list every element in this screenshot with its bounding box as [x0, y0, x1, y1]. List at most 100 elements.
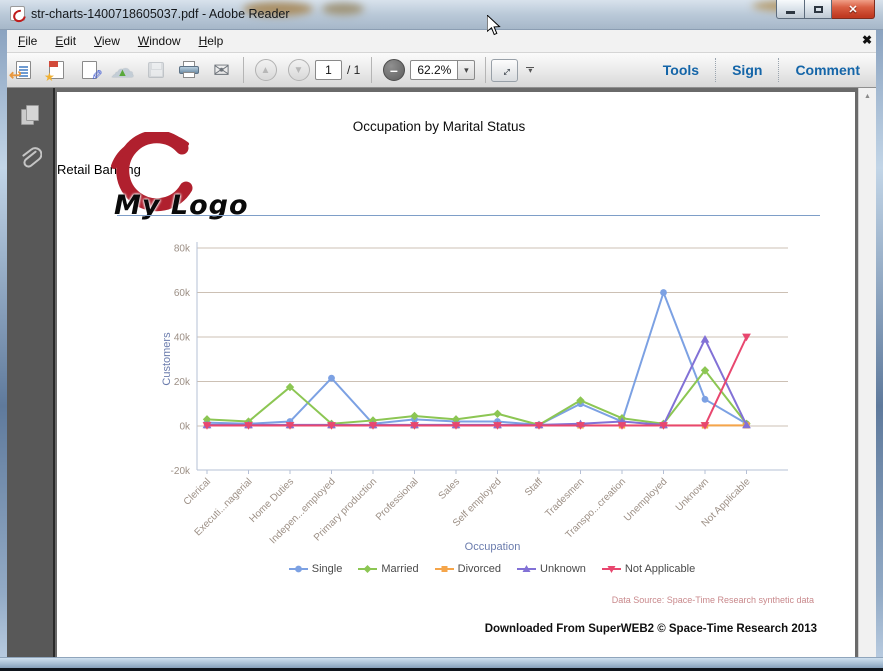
y-tick-label: 0k [179, 422, 191, 433]
paperclip-icon [22, 147, 42, 168]
email-button[interactable]: ✉ [206, 56, 237, 85]
y-tick-label: 40k [174, 333, 191, 344]
toolbar-options-button[interactable]: ▾ [526, 66, 535, 76]
page-count-label: / 1 [347, 63, 361, 77]
toolbar-separator [485, 57, 487, 83]
menu-help[interactable]: Help [190, 31, 233, 51]
legend-item-not-applicable: Not Applicable [601, 563, 696, 575]
pdf-file-icon [10, 6, 25, 21]
screen: str-charts-1400718605037.pdf - Adobe Rea… [0, 0, 883, 671]
save-icon [147, 62, 164, 78]
menu-bar: File Edit View Window Help ✖ [1, 30, 882, 53]
menu-window[interactable]: Window [129, 31, 190, 51]
sign-panel-button[interactable]: Sign [716, 58, 778, 82]
chevron-down-icon: ▾ [464, 64, 469, 75]
titlebar[interactable]: str-charts-1400718605037.pdf - Adobe Rea… [0, 0, 883, 30]
zoom-out-button[interactable]: – [378, 56, 409, 85]
window-controls: ✕ [776, 0, 875, 19]
maximize-button[interactable] [805, 0, 832, 19]
page-number-input[interactable]: 1 [315, 60, 342, 80]
email-icon: ✉ [213, 59, 230, 82]
sign-pencil-icon: ✎ [91, 66, 103, 83]
open-file-button[interactable]: ↩ [8, 56, 39, 85]
scroll-up-icon: ▲ [864, 92, 871, 100]
legend-marker-icon [288, 565, 308, 573]
toolbar-panels: Tools Sign Comment [647, 58, 876, 82]
x-tick-label: Sales [437, 476, 462, 501]
x-tick-label: Unknown [674, 476, 711, 513]
series-line-single [206, 291, 748, 426]
maximize-icon [813, 5, 823, 13]
toolbar-separator [371, 57, 373, 83]
series-line-married [206, 369, 748, 426]
menu-view[interactable]: View [85, 31, 129, 51]
y-tick-label: 60k [174, 288, 191, 299]
chart-legend: Single Married Divorced Unknown Not Applicab… [177, 563, 807, 575]
zoom-dropdown-button[interactable]: ▾ [458, 60, 476, 80]
toolbar: ↩ ★ ✎ ☁ ▲ ✉ ▲ ▼ 1 / 1 – 62.2% ▾ ↔ ▾ Tool… [1, 53, 882, 88]
legend-marker-icon [601, 566, 621, 573]
toolbar-separator [243, 57, 244, 83]
previous-page-button[interactable]: ▲ [250, 56, 281, 85]
legend-label: Not Applicable [624, 563, 696, 575]
legend-marker-icon [358, 565, 378, 573]
print-icon [178, 61, 199, 79]
window-frame [0, 657, 883, 671]
comment-panel-button[interactable]: Comment [779, 58, 876, 82]
minimize-button[interactable] [776, 0, 805, 19]
x-tick-label: Unemployed [622, 476, 669, 523]
legend-item-unknown: Unknown [517, 563, 586, 575]
zoom-out-icon: – [389, 62, 398, 78]
cloud-upload-button[interactable]: ☁ ▲ [107, 56, 138, 85]
menu-edit[interactable]: Edit [46, 31, 85, 51]
next-page-button[interactable]: ▼ [283, 56, 314, 85]
legend-marker-icon [434, 566, 454, 572]
attachments-button[interactable] [13, 142, 47, 176]
legend-marker-icon [517, 565, 537, 572]
menu-file[interactable]: File [9, 31, 46, 51]
legend-item-married: Married [358, 563, 419, 575]
legend-item-divorced: Divorced [434, 563, 502, 575]
legend-item-single: Single [288, 563, 342, 575]
fit-width-button[interactable]: ↔ [491, 58, 519, 82]
y-axis-title: Customers [161, 332, 173, 386]
page-thumbnails-button[interactable] [13, 98, 47, 132]
data-source-note: Data Source: Space-Time Research synthet… [611, 595, 814, 605]
document-view: Occupation by Marital Status Retail Bank… [7, 88, 876, 657]
y-tick-label: 20k [174, 377, 191, 388]
close-button[interactable]: ✕ [832, 0, 875, 19]
fit-width-icon: ↔ [494, 59, 516, 81]
page-thumbnails-icon [21, 105, 39, 125]
close-document-icon[interactable]: ✖ [862, 33, 872, 47]
pdf-page: Occupation by Marital Status Retail Bank… [57, 92, 855, 657]
download-footer: Downloaded From SuperWEB2 © Space-Time R… [484, 623, 817, 635]
print-button[interactable] [173, 56, 204, 85]
chevron-down-icon: ▾ [528, 66, 533, 76]
vertical-scrollbar[interactable]: ▲ [858, 88, 876, 657]
create-pdf-star-icon: ★ [44, 69, 55, 84]
tools-panel-button[interactable]: Tools [647, 58, 715, 82]
x-tick-label: Tradesmen [543, 476, 586, 519]
next-page-icon: ▼ [293, 64, 304, 76]
legend-label: Unknown [540, 563, 586, 575]
series-line-unknown [207, 338, 748, 426]
create-pdf-button[interactable]: ★ [41, 56, 72, 85]
x-axis-title: Occupation [465, 541, 521, 553]
window-frame [876, 30, 883, 657]
x-tick-label: Professional [374, 476, 421, 523]
save-button[interactable] [140, 56, 171, 85]
minimize-icon [786, 10, 795, 14]
previous-page-icon: ▲ [260, 64, 271, 76]
window-title-text: str-charts-1400718605037.pdf - Adobe Rea… [31, 6, 290, 21]
mouse-cursor [487, 15, 501, 36]
window-frame [0, 30, 7, 657]
data-point [701, 395, 709, 403]
data-point [493, 409, 502, 418]
data-point [660, 289, 667, 296]
fill-sign-button[interactable]: ✎ [74, 56, 105, 85]
zoom-level-input[interactable]: 62.2% [410, 60, 459, 80]
legend-label: Divorced [457, 563, 502, 575]
window-title: str-charts-1400718605037.pdf - Adobe Rea… [10, 6, 290, 21]
x-tick-label: Clerical [182, 476, 213, 507]
y-tick-label: -20k [171, 466, 191, 477]
